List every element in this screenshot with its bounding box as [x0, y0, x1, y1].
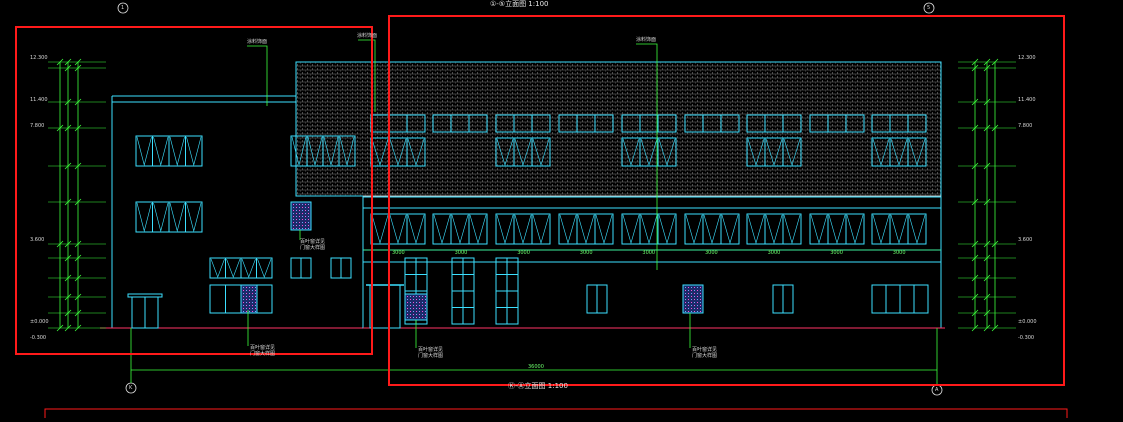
level-label-left-1: 12.300	[30, 55, 48, 61]
bay-dim-8: 3000	[830, 250, 843, 256]
grille-group	[240, 201, 704, 321]
bay-dim-2: 3000	[454, 250, 468, 256]
dim-chain-right-1	[971, 58, 979, 332]
window-left-mid-1	[135, 201, 203, 233]
window-right-band-5	[621, 213, 677, 245]
window-right-band-4	[558, 213, 614, 245]
grille-left-upper	[290, 201, 312, 231]
window-left-small-1	[290, 257, 312, 279]
bay-dim-5: 3000	[642, 250, 656, 256]
level-label-right-3: 7.800	[1018, 123, 1033, 129]
overall-dimension: 36000	[528, 364, 544, 370]
callout-top-left: 涂料饰面	[247, 39, 268, 45]
cad-drawing-canvas[interactable]: ①-⑤立面图 1:100 Ⓚ-Ⓐ立面图 1:100 1 5 K A 36000 …	[0, 0, 1123, 422]
bottom-title: Ⓚ-Ⓐ立面图 1:100	[508, 382, 568, 390]
callout-grille-b2: 门窗大样图	[250, 351, 276, 357]
dim-chain-left-3	[56, 58, 64, 332]
window-left-small-2	[330, 257, 352, 279]
bay-dim-6: 3000	[705, 250, 718, 256]
window-right-tall-3	[495, 257, 519, 325]
window-right-band-8	[809, 213, 865, 245]
callout-roof: 涂料饰面	[636, 37, 657, 43]
bay-dim-4: 3000	[579, 250, 593, 256]
right-elevation	[295, 61, 945, 329]
grille-right-1	[404, 293, 428, 321]
window-right-small-1	[586, 284, 608, 314]
level-label-right-2: 11.400	[1018, 97, 1036, 103]
dim-chain-right-3	[991, 58, 999, 332]
callout-grille-c2: 门窗大样图	[418, 353, 444, 359]
level-label-left-2: 11.400	[30, 97, 48, 103]
window-left-upper-1	[135, 135, 203, 167]
callout-grille-a2: 门窗大样图	[300, 245, 326, 251]
grille-left-ground	[240, 284, 258, 314]
callout-grille-d2: 门窗大样图	[692, 353, 718, 359]
window-right-band-3	[495, 213, 551, 245]
window-right-band-6	[684, 213, 740, 245]
bay-dim-7: 3000	[767, 250, 781, 256]
axis-label-1: 1	[121, 5, 125, 11]
dim-chain-right-2	[983, 58, 991, 332]
window-right-band-7	[746, 213, 802, 245]
window-right-band-2	[432, 213, 488, 245]
axis-label-a: A	[935, 387, 939, 393]
elevation-drawing	[15, 2, 1068, 422]
window-right-small-2	[772, 284, 794, 314]
axis-label-k: K	[129, 385, 133, 391]
bay-dim-9: 3000	[892, 250, 906, 256]
dim-chain-left-1	[64, 58, 72, 332]
window-right-band-1	[370, 213, 426, 245]
bay-dim-1: 3000	[392, 250, 405, 256]
dim-chain-left-2	[74, 58, 82, 332]
level-label-left-6: -0.300	[30, 335, 47, 341]
window-right-band-9	[871, 213, 927, 245]
level-label-left-3: 7.800	[30, 123, 45, 129]
axis-label-5: 5	[927, 5, 931, 11]
level-label-left-5: ±0.000	[30, 319, 49, 325]
grille-right-2	[682, 284, 704, 314]
window-right-ground-wide	[871, 284, 929, 314]
level-label-right-5: ±0.000	[1018, 319, 1037, 325]
level-label-right-4: 3.600	[1018, 237, 1033, 243]
level-label-left-4: 3.600	[30, 237, 45, 243]
callout-wall: 涂料饰面	[357, 33, 378, 39]
top-title: ①-⑤立面图 1:100	[490, 0, 549, 8]
window-left-lower-strip	[209, 257, 273, 279]
level-label-right-6: -0.300	[1018, 335, 1035, 341]
window-right-tall-2	[451, 257, 475, 325]
level-label-right-1: 12.300	[1018, 55, 1036, 61]
bay-dim-3: 3000	[517, 250, 530, 256]
